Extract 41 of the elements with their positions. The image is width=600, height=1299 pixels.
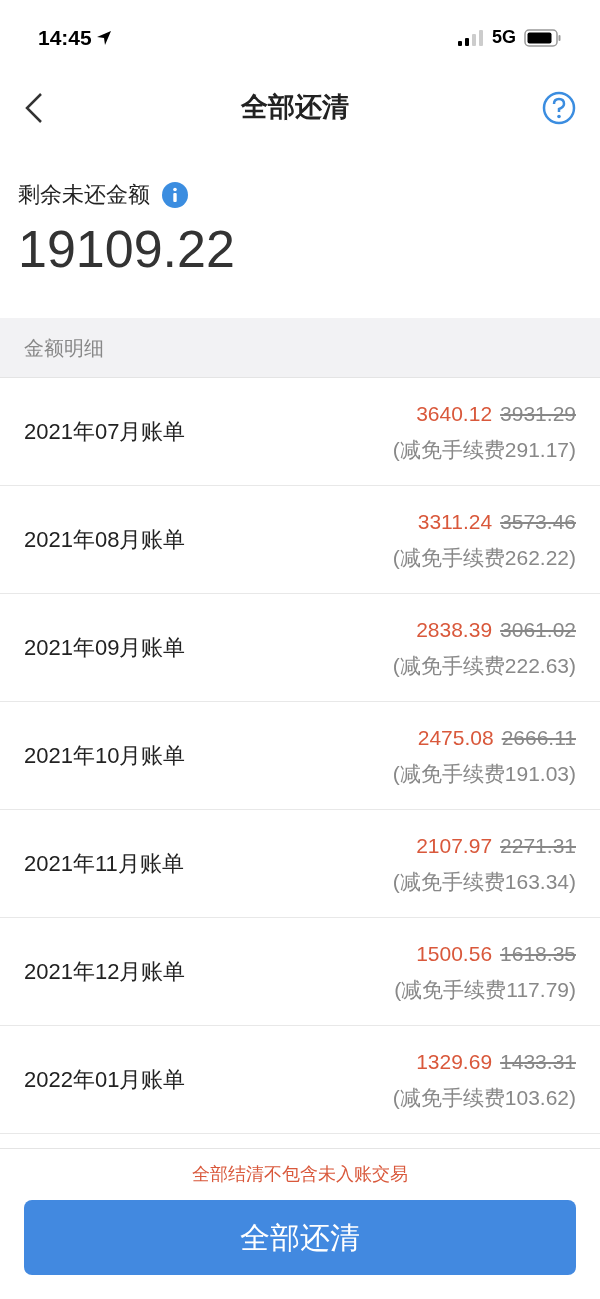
bill-name: 2021年11月账单: [24, 850, 184, 878]
original-amount: 1433.31: [500, 1049, 576, 1075]
payoff-amount: 2475.08: [417, 725, 494, 751]
bill-name: 2021年07月账单: [24, 418, 186, 446]
pay-all-button[interactable]: 全部还清: [24, 1200, 576, 1275]
fee-waiver: (减免手续费191.03): [392, 760, 576, 787]
location-arrow-icon: [95, 29, 112, 46]
original-amount: 2271.31: [500, 833, 576, 859]
network-label: 5G: [492, 26, 516, 49]
original-amount: 2666.11: [501, 725, 576, 751]
payoff-amount: 3640.12: [416, 401, 493, 427]
original-amount: 3573.46: [500, 509, 576, 535]
battery-icon: [524, 28, 562, 47]
bill-name: 2021年10月账单: [24, 742, 186, 770]
original-amount: 3061.02: [500, 617, 576, 643]
fee-waiver: (减免手续费103.62): [392, 1084, 576, 1111]
original-amount: 3931.29: [500, 401, 576, 427]
page-title: 全部还清: [241, 91, 349, 125]
payoff-amount: 1500.56: [416, 941, 493, 967]
bill-name: 2021年08月账单: [24, 526, 186, 554]
notice-text: 全部结清不包含未入账交易: [192, 1163, 408, 1186]
section-title: 金额明细: [24, 335, 104, 361]
help-icon[interactable]: [542, 90, 576, 125]
payoff-amount: 3311.24: [417, 509, 493, 535]
fee-waiver: (减免手续费117.79): [394, 976, 576, 1003]
info-icon[interactable]: [162, 181, 188, 208]
fee-waiver: (减免手续费262.22): [392, 544, 576, 571]
bill-name: 2021年12月账单: [24, 958, 186, 986]
status-time: 14:45: [38, 24, 92, 51]
original-amount: 1618.35: [500, 941, 576, 967]
payoff-amount: 2107.97: [416, 833, 493, 859]
payoff-amount: 2838.39: [416, 617, 493, 643]
remaining-label: 剩余未还金额: [18, 181, 150, 209]
fee-waiver: (减免手续费222.63): [392, 652, 576, 679]
fee-waiver: (减免手续费163.34): [392, 868, 576, 895]
bill-name: 2022年01月账单: [24, 1066, 186, 1094]
fee-waiver: (减免手续费291.17): [392, 436, 576, 463]
bill-name: 2021年09月账单: [24, 634, 186, 662]
payoff-amount: 1329.69: [416, 1049, 493, 1075]
signal-icon: [458, 29, 484, 46]
remaining-amount: 19109.22: [18, 223, 236, 275]
